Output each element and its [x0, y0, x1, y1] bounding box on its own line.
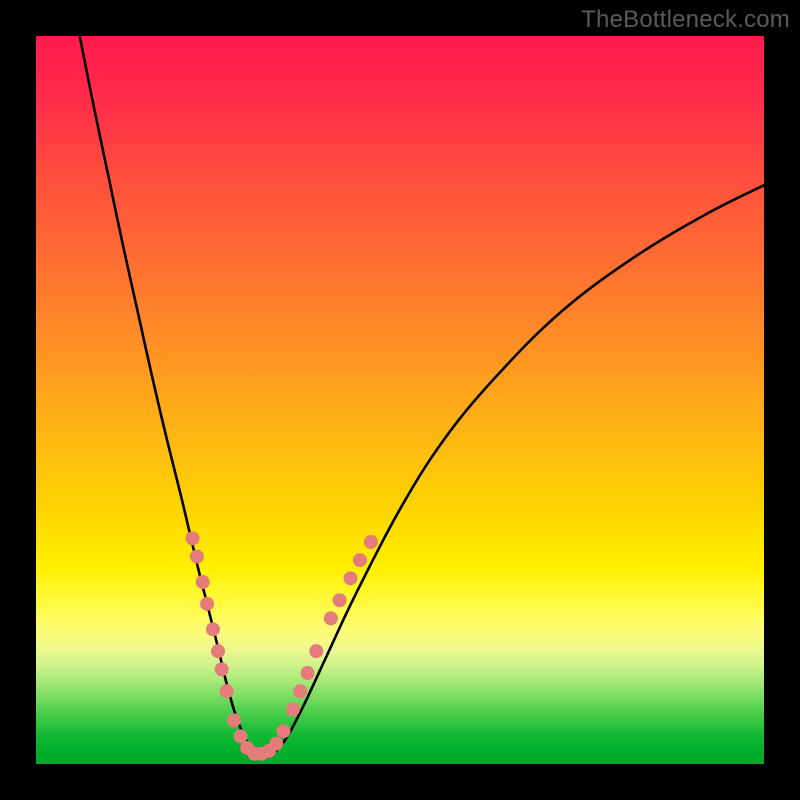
bead-marker [277, 724, 291, 738]
bead-marker [227, 713, 241, 727]
bead-marker [211, 644, 225, 658]
bead-marker [353, 553, 367, 567]
bead-marker [269, 737, 283, 751]
bead-marker [286, 702, 300, 716]
bead-marker [364, 535, 378, 549]
bead-marker [215, 662, 229, 676]
bead-marker [190, 550, 204, 564]
bead-marker [343, 571, 357, 585]
bead-marker [196, 575, 210, 589]
bead-marker [324, 611, 338, 625]
bead-marker [206, 622, 220, 636]
plot-area [36, 36, 764, 764]
bead-marker [186, 531, 200, 545]
bead-marker [200, 597, 214, 611]
watermark-text: TheBottleneck.com [581, 6, 790, 34]
bead-marker [220, 684, 234, 698]
bead-marker [309, 644, 323, 658]
bottleneck-curve [80, 36, 764, 757]
bead-marker [293, 684, 307, 698]
curve-overlay [36, 36, 764, 764]
bead-marker [333, 593, 347, 607]
bead-marker [301, 666, 315, 680]
chart-container: TheBottleneck.com [0, 0, 800, 800]
bead-markers [186, 531, 378, 760]
